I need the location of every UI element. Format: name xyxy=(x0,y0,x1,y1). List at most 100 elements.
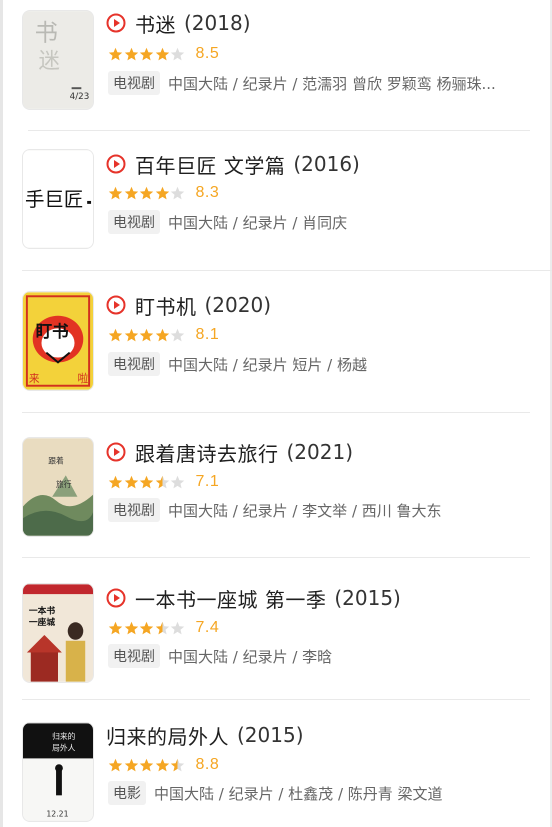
movie-title[interactable]: 归来的局外人 xyxy=(106,721,229,750)
play-icon[interactable] xyxy=(106,295,126,315)
movie-title[interactable]: 百年巨匠 文学篇 xyxy=(135,150,285,179)
star-empty-icon xyxy=(170,621,185,636)
poster-thumbnail[interactable]: 跟着 旅行 xyxy=(22,437,94,537)
svg-text:书: 书 xyxy=(35,19,58,47)
movie-year: (2015) xyxy=(237,723,304,747)
svg-text:一座城: 一座城 xyxy=(29,616,55,628)
star-rating xyxy=(108,47,186,62)
star-rating xyxy=(108,475,186,490)
svg-text:啦: 啦 xyxy=(77,372,88,385)
divider xyxy=(28,130,530,131)
movie-meta: 中国大陆 / 纪录片 / 李文举 / 西川 鲁大东 xyxy=(168,501,442,520)
meta-row: 电视剧 中国大陆 / 纪录片 短片 / 杨越 xyxy=(108,352,367,376)
poster-thumbnail[interactable]: 归来的 局外人 12.21 xyxy=(22,722,94,822)
movie-year: (2016) xyxy=(293,152,360,176)
star-full-icon xyxy=(124,758,139,773)
rating-row: 8.8 xyxy=(108,754,219,776)
star-full-icon xyxy=(108,47,123,62)
poster-guilai-image: 归来的 局外人 12.21 xyxy=(23,723,93,821)
movie-year: (2018) xyxy=(184,11,251,35)
star-full-icon xyxy=(108,328,123,343)
rating-row: 7.4 xyxy=(108,617,219,639)
list-item[interactable]: 书 迷 4/23 书迷 (2018) 8.5 电视剧 中国大陆 / 纪录片 / … xyxy=(0,0,552,140)
title-row: 书迷 (2018) xyxy=(106,8,251,38)
list-item[interactable]: 归来的 局外人 12.21 归来的局外人 (2015) 8.8 电影 中国大陆 … xyxy=(0,710,552,827)
type-badge: 电视剧 xyxy=(108,352,160,376)
star-full-icon xyxy=(155,47,170,62)
poster-shumi-image: 书 迷 4/23 xyxy=(23,11,93,109)
svg-text:迷: 迷 xyxy=(39,49,60,74)
rating-score: 7.1 xyxy=(195,473,220,490)
rating-score: 8.8 xyxy=(195,756,220,773)
star-full-icon xyxy=(108,186,123,201)
star-full-icon xyxy=(124,328,139,343)
svg-text:跟着: 跟着 xyxy=(48,456,64,466)
poster-thumbnail[interactable]: 书 迷 4/23 xyxy=(22,10,94,110)
svg-text:手巨匠: 手巨匠 xyxy=(25,188,83,211)
rating-row: 8.3 xyxy=(108,182,219,204)
divider xyxy=(22,270,552,271)
star-full-icon xyxy=(139,621,154,636)
star-half-icon xyxy=(170,758,185,773)
poster-thumbnail[interactable]: 手巨匠 xyxy=(22,149,94,249)
rating-row: 8.1 xyxy=(108,324,219,346)
type-badge: 电视剧 xyxy=(108,498,160,522)
movie-title[interactable]: 盯书机 xyxy=(135,291,197,320)
star-full-icon xyxy=(108,475,123,490)
star-empty-icon xyxy=(170,47,185,62)
svg-text:一本书: 一本书 xyxy=(29,605,55,617)
movie-title[interactable]: 书迷 xyxy=(135,9,176,38)
star-full-icon xyxy=(108,621,123,636)
play-icon[interactable] xyxy=(106,13,126,33)
star-half-icon xyxy=(155,475,170,490)
rating-score: 8.1 xyxy=(195,326,220,343)
star-full-icon xyxy=(139,328,154,343)
type-badge: 电影 xyxy=(108,781,146,805)
rating-score: 8.5 xyxy=(195,45,220,62)
type-badge: 电视剧 xyxy=(108,644,160,668)
star-full-icon xyxy=(108,758,123,773)
play-icon[interactable] xyxy=(106,154,126,174)
movie-meta: 中国大陆 / 纪录片 短片 / 杨越 xyxy=(168,355,367,374)
rating-row: 8.5 xyxy=(108,43,219,65)
star-full-icon xyxy=(124,47,139,62)
star-rating xyxy=(108,621,186,636)
list-item[interactable]: 盯书 来 啦 盯书机 (2020) 8.1 电视剧 中国大陆 / 纪录片 短片 … xyxy=(0,280,552,420)
meta-row: 电视剧 中国大陆 / 纪录片 / 李晗 xyxy=(108,644,332,668)
play-icon[interactable] xyxy=(106,588,126,608)
star-full-icon xyxy=(139,758,154,773)
svg-text:来: 来 xyxy=(29,372,40,385)
movie-year: (2020) xyxy=(204,293,272,317)
divider xyxy=(22,557,530,558)
movie-year: (2021) xyxy=(286,440,354,464)
list-item[interactable]: 手巨匠 百年巨匠 文学篇 (2016) 8.3 电视剧 中国大陆 / 纪录片 /… xyxy=(0,140,552,280)
star-half-icon xyxy=(155,621,170,636)
play-icon[interactable] xyxy=(106,442,126,462)
poster-thumbnail[interactable]: 盯书 来 啦 xyxy=(22,291,94,391)
title-row: 归来的局外人 (2015) xyxy=(106,720,304,750)
svg-text:局外人: 局外人 xyxy=(52,743,76,753)
movie-meta: 中国大陆 / 纪录片 / 范濡羽 曾欣 罗颖鸾 杨骊珠... xyxy=(168,74,496,93)
svg-text:盯书: 盯书 xyxy=(36,322,70,341)
movie-meta: 中国大陆 / 纪录片 / 李晗 xyxy=(168,647,333,666)
star-empty-icon xyxy=(170,186,185,201)
title-row: 跟着唐诗去旅行 (2021) xyxy=(106,437,353,467)
list-item[interactable]: 跟着 旅行 跟着唐诗去旅行 (2021) 7.1 电视剧 中国大陆 / 纪录片 … xyxy=(0,425,552,565)
title-row: 百年巨匠 文学篇 (2016) xyxy=(106,149,360,179)
rating-score: 7.4 xyxy=(195,619,220,636)
movie-title[interactable]: 一本书一座城 第一季 xyxy=(135,584,326,613)
svg-text:4/23: 4/23 xyxy=(70,92,90,102)
title-row: 盯书机 (2020) xyxy=(106,290,271,320)
star-full-icon xyxy=(139,475,154,490)
movie-title[interactable]: 跟着唐诗去旅行 xyxy=(135,438,279,467)
meta-row: 电影 中国大陆 / 纪录片 / 杜鑫茂 / 陈丹青 梁文道 xyxy=(108,781,443,805)
svg-text:归来的: 归来的 xyxy=(52,731,76,741)
list-item[interactable]: 一本书 一座城 一本书一座城 第一季 (2015) 7.4 电视剧 中国大陆 /… xyxy=(0,571,552,711)
poster-thumbnail[interactable]: 一本书 一座城 xyxy=(22,583,94,683)
movie-meta: 中国大陆 / 纪录片 / 肖同庆 xyxy=(168,213,348,232)
svg-text:旅行: 旅行 xyxy=(56,479,72,489)
star-full-icon xyxy=(124,475,139,490)
poster-dingshuji-image: 盯书 来 啦 xyxy=(23,292,93,390)
divider xyxy=(22,412,530,413)
meta-row: 电视剧 中国大陆 / 纪录片 / 范濡羽 曾欣 罗颖鸾 杨骊珠... xyxy=(108,71,496,95)
